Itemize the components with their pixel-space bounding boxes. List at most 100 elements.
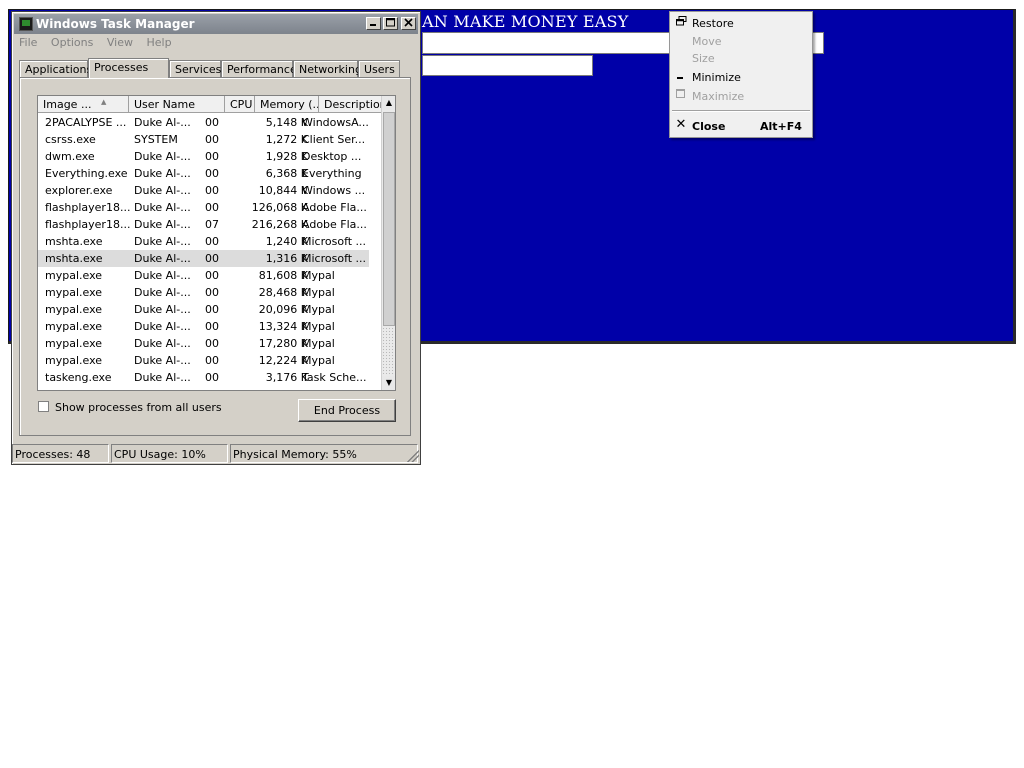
status-processes: Processes: 48 <box>12 444 109 463</box>
end-process-button[interactable]: End Process <box>298 399 396 422</box>
table-row[interactable]: mshta.exe Duke Al-... 00 1,316 K Microsoft .… <box>38 250 369 267</box>
menu-shortcut-close: Alt+F4 <box>760 120 802 133</box>
cell-user: Duke Al-... <box>134 286 191 299</box>
process-list-header: Image ... ▲ User Name CPU Memory (... De… <box>38 96 395 113</box>
cell-cpu: 00 <box>205 320 219 333</box>
tab-services[interactable]: Services <box>169 60 221 77</box>
menu-label-size: Size <box>692 52 715 65</box>
cell-memory: 12,224 K <box>258 354 308 367</box>
cell-image: csrss.exe <box>45 133 96 146</box>
column-header-user[interactable]: User Name <box>129 96 225 113</box>
close-button[interactable] <box>401 17 416 30</box>
resize-grip-icon[interactable] <box>407 450 419 462</box>
task-manager-app-icon[interactable] <box>19 17 33 31</box>
cell-user: Duke Al-... <box>134 218 191 231</box>
table-row[interactable]: mypal.exe Duke Al-... 00 81,608 K Mypal <box>38 267 394 284</box>
cell-user: Duke Al-... <box>134 371 191 384</box>
column-header-memory[interactable]: Memory (... <box>255 96 319 113</box>
status-cpu-usage: CPU Usage: 10% <box>111 444 228 463</box>
menu-file[interactable]: File <box>19 36 37 49</box>
cell-description: Mypal <box>302 269 335 282</box>
menu-view[interactable]: View <box>107 36 133 49</box>
menu-help[interactable]: Help <box>146 36 171 49</box>
minimize-button[interactable] <box>366 17 381 30</box>
cell-cpu: 00 <box>205 303 219 316</box>
cell-user: Duke Al-... <box>134 201 191 214</box>
cell-image: taskeng.exe <box>45 371 112 384</box>
table-row[interactable]: mypal.exe Duke Al-... 00 28,468 K Mypal <box>38 284 394 301</box>
menu-item-move[interactable]: Move <box>670 32 812 50</box>
cell-description: Task Sche... <box>302 371 367 384</box>
table-row[interactable]: mypal.exe Duke Al-... 00 17,280 K Mypal <box>38 335 394 352</box>
cell-description: Everything <box>302 167 362 180</box>
maximize-button[interactable] <box>383 17 398 30</box>
column-header-cpu[interactable]: CPU <box>225 96 255 113</box>
cell-user: Duke Al-... <box>134 354 191 367</box>
restore-icon <box>674 16 688 30</box>
cell-cpu: 00 <box>205 252 219 265</box>
table-row[interactable]: mypal.exe Duke Al-... 00 13,324 K Mypal <box>38 318 394 335</box>
show-all-processes-checkbox[interactable] <box>38 401 49 412</box>
table-row[interactable]: mshta.exe Duke Al-... 00 1,240 K Microsoft .… <box>38 233 394 250</box>
menu-separator <box>672 110 810 112</box>
close-icon: ✕ <box>675 117 687 132</box>
table-row[interactable]: csrss.exe SYSTEM 00 1,272 K Client Ser... <box>38 131 394 148</box>
tab-users[interactable]: Users <box>358 60 400 77</box>
cell-cpu: 00 <box>205 371 219 384</box>
vertical-scrollbar[interactable]: ▲ ▼ <box>381 96 395 390</box>
menu-options[interactable]: Options <box>51 36 93 49</box>
cell-image: mypal.exe <box>45 337 103 350</box>
table-row[interactable]: mypal.exe Duke Al-... 00 20,096 K Mypal <box>38 301 394 318</box>
cell-memory: 3,176 K <box>265 371 308 384</box>
cell-memory: 20,096 K <box>258 303 308 316</box>
cell-description: Mypal <box>302 286 335 299</box>
cell-user: Duke Al-... <box>134 184 191 197</box>
cell-image: mshta.exe <box>45 235 103 248</box>
cell-cpu: 00 <box>205 184 219 197</box>
cell-image: explorer.exe <box>45 184 113 197</box>
background-text-field-2[interactable] <box>422 55 593 76</box>
cell-description: Adobe Fla... <box>302 218 367 231</box>
tab-applications[interactable]: Applications <box>19 60 92 77</box>
cell-image: 2PACALYPSE ... <box>45 116 127 129</box>
cell-image: mypal.exe <box>45 354 103 367</box>
table-row[interactable]: Everything.exe Duke Al-... 00 6,368 K Everyt… <box>38 165 394 182</box>
scroll-down-arrow-icon[interactable]: ▼ <box>382 376 395 390</box>
cell-description: Adobe Fla... <box>302 201 367 214</box>
table-row[interactable]: dwm.exe Duke Al-... 00 1,928 K Desktop ... <box>38 148 394 165</box>
cell-user: Duke Al-... <box>134 167 191 180</box>
cell-image: mshta.exe <box>45 252 103 265</box>
cell-description: Client Ser... <box>302 133 366 146</box>
scrollbar-thumb[interactable] <box>383 112 395 326</box>
cell-memory: 1,316 K <box>265 252 308 265</box>
menu-item-size[interactable]: Size <box>670 49 812 67</box>
cell-user: Duke Al-... <box>134 150 191 163</box>
tab-processes[interactable]: Processes <box>88 58 169 78</box>
table-row[interactable]: 2PACALYPSE ... Duke Al-... 00 5,148 K Window… <box>38 114 394 131</box>
cell-memory: 5,148 K <box>265 116 308 129</box>
table-row[interactable]: taskeng.exe Duke Al-... 00 3,176 K Task Sche… <box>38 369 394 386</box>
menu-item-minimize[interactable]: Minimize <box>670 68 812 86</box>
cell-cpu: 00 <box>205 116 219 129</box>
process-list[interactable]: Image ... ▲ User Name CPU Memory (... De… <box>37 95 396 391</box>
tab-performance[interactable]: Performance <box>221 60 297 77</box>
cell-user: Duke Al-... <box>134 235 191 248</box>
table-row[interactable]: flashplayer18... Duke Al-... 00 126,068 K Ad… <box>38 199 394 216</box>
scroll-up-arrow-icon[interactable]: ▲ <box>382 96 395 110</box>
table-row[interactable]: mypal.exe Duke Al-... 00 12,224 K Mypal <box>38 352 394 369</box>
tab-networking[interactable]: Networking <box>293 60 362 77</box>
table-row[interactable]: flashplayer18... Duke Al-... 07 216,268 K Ad… <box>38 216 394 233</box>
menu-item-maximize[interactable]: Maximize <box>670 87 812 105</box>
table-row[interactable]: explorer.exe Duke Al-... 00 10,844 K Windows… <box>38 182 394 199</box>
cell-description: Desktop ... <box>302 150 362 163</box>
cell-user: SYSTEM <box>134 133 178 146</box>
cell-memory: 28,468 K <box>258 286 308 299</box>
menu-item-close[interactable]: ✕ Close Alt+F4 <box>670 117 812 135</box>
cell-memory: 17,280 K <box>258 337 308 350</box>
column-header-image[interactable]: Image ... ▲ <box>38 96 129 113</box>
cell-description: Microsoft ... <box>302 252 367 265</box>
menu-label-move: Move <box>692 35 722 48</box>
cell-description: Mypal <box>302 354 335 367</box>
task-manager-titlebar[interactable]: Windows Task Manager <box>14 14 418 34</box>
menu-item-restore[interactable]: Restore <box>670 14 812 32</box>
